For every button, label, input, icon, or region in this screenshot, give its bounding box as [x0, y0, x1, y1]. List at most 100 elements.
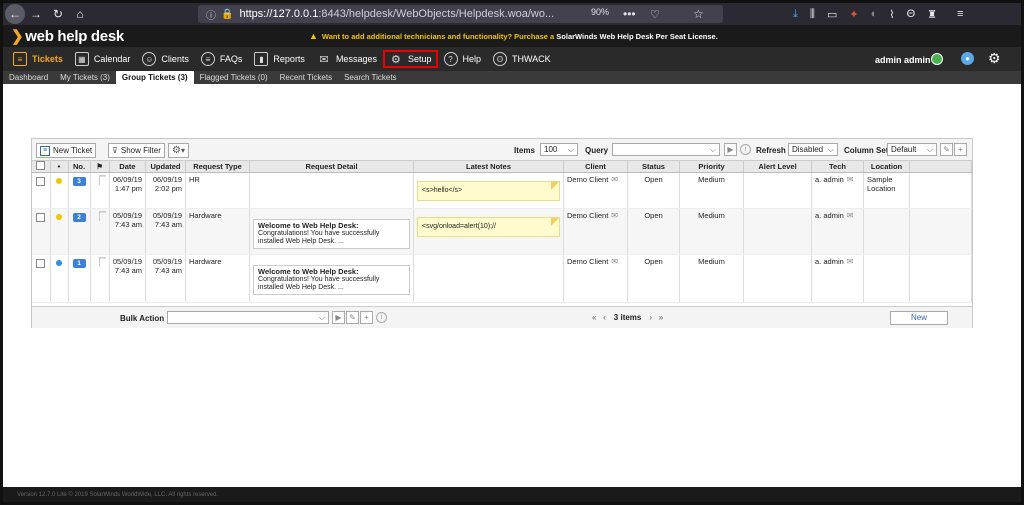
nav-setup[interactable]: ⚙ Setup	[382, 50, 438, 68]
row-checkbox[interactable]	[36, 259, 46, 268]
row-checkbox[interactable]	[36, 177, 46, 186]
extension-icon[interactable]: ✦	[849, 8, 858, 21]
header-status[interactable]: Status	[627, 161, 681, 173]
extension4-icon[interactable]: ♜	[927, 8, 937, 21]
email-icon[interactable]: ✉	[847, 211, 854, 220]
first-page-icon[interactable]: «	[592, 313, 596, 322]
header-request-type[interactable]: Request Type	[185, 161, 251, 173]
account-icon[interactable]: Θ	[907, 8, 916, 20]
settings-gear-icon[interactable]: ⚙	[988, 50, 1001, 67]
select-all-checkbox[interactable]	[36, 161, 46, 170]
extension2-icon[interactable]: ◐	[871, 8, 878, 20]
ticket-number-badge[interactable]: 3	[72, 177, 86, 186]
tab-flagged-tickets[interactable]: Flagged Tickets (0)	[194, 71, 274, 84]
tech-name[interactable]: a. admin	[815, 211, 844, 220]
nav-reports[interactable]: ▮ Reports	[248, 47, 311, 71]
header-no[interactable]: No.	[68, 161, 91, 173]
library-icon[interactable]: ⫼	[810, 8, 815, 21]
nav-faqs[interactable]: ≡ FAQs	[195, 47, 249, 71]
email-icon[interactable]: ✉	[611, 175, 618, 184]
table-row[interactable]: 3 ▕▔ 06/09/19 1:47 pm 06/09/19 2:02 pm HR …	[32, 172, 972, 209]
header-alert-level[interactable]: Alert Level	[743, 161, 813, 173]
add-plus-icon[interactable]: +	[360, 311, 373, 324]
header-updated[interactable]: Updated	[145, 161, 187, 173]
nav-thwack[interactable]: ʘ THWACK	[487, 47, 557, 71]
nav-help[interactable]: ? Help	[438, 47, 488, 71]
header-priority[interactable]: Priority	[679, 161, 745, 173]
prev-page-icon[interactable]: ‹	[603, 313, 606, 322]
new-button[interactable]: New	[890, 311, 948, 325]
items-per-page-select[interactable]: 100 ⌵	[540, 143, 578, 156]
header-dot[interactable]: •	[50, 161, 69, 173]
header-select-all[interactable]	[32, 161, 51, 173]
run-bulk-action-icon[interactable]: ▶	[332, 311, 345, 324]
refresh-select[interactable]: Disabled ⌵	[788, 143, 838, 156]
tech-name[interactable]: a. admin	[815, 257, 844, 266]
header-date[interactable]: Date	[109, 161, 147, 173]
nav-clients[interactable]: ☺ Clients	[136, 47, 195, 71]
column-set-select[interactable]: Default ⌵	[887, 143, 937, 156]
online-status-icon[interactable]	[931, 53, 943, 65]
add-plus-icon[interactable]: +	[954, 143, 967, 156]
bookmark-star-icon[interactable]: ☆	[693, 7, 704, 21]
lock-warning-icon[interactable]: 🔒	[221, 9, 233, 20]
ticket-number-badge[interactable]: 2	[72, 213, 86, 222]
download-icon[interactable]: ⤓	[793, 8, 798, 21]
actions-gear-button[interactable]: ⚙ ▾	[168, 143, 189, 158]
back-arrow-icon[interactable]: ←	[5, 4, 25, 24]
flag-icon[interactable]: ▕▔	[94, 212, 106, 221]
forward-arrow-icon[interactable]: →	[25, 3, 47, 25]
nav-calendar[interactable]: ▦ Calendar	[69, 47, 137, 71]
table-row[interactable]: 2 ▕▔ 05/09/19 7:43 am 05/09/19 7:43 am Har…	[32, 208, 972, 255]
row-checkbox[interactable]	[36, 213, 46, 222]
header-location[interactable]: Location	[863, 161, 911, 173]
tab-recent-tickets[interactable]: Recent Tickets	[274, 71, 338, 84]
info-icon[interactable]: i	[740, 144, 751, 155]
last-page-icon[interactable]: »	[659, 313, 663, 322]
bulk-action-select[interactable]: ⌵	[167, 311, 329, 324]
note-box[interactable]: <s>hello</s>	[417, 181, 561, 201]
header-flag[interactable]: ⚑	[90, 161, 110, 173]
table-row[interactable]: 1 ▕▔ 05/09/19 7:43 am 05/09/19 7:43 am Har…	[32, 254, 972, 303]
run-query-icon[interactable]: ▶	[724, 143, 737, 156]
sidebar-icon[interactable]: ▭	[827, 8, 837, 21]
email-icon[interactable]: ✉	[611, 257, 618, 266]
logo[interactable]: ❯ web help desk	[11, 27, 124, 45]
email-icon[interactable]: ✉	[611, 211, 618, 220]
header-latest-notes[interactable]: Latest Notes	[413, 161, 565, 173]
zoom-level[interactable]: 90%	[586, 7, 614, 21]
edit-pencil-icon[interactable]: ✎	[346, 311, 359, 324]
note-box[interactable]: <svg/onload=alert(10);//	[417, 217, 561, 237]
request-detail-box[interactable]: Welcome to Web Help Desk: Congratulations…	[253, 265, 411, 295]
email-icon[interactable]: ✉	[847, 175, 854, 184]
page-actions-icon[interactable]: •••	[623, 7, 636, 21]
nav-tickets[interactable]: ≡ Tickets	[7, 47, 69, 71]
new-ticket-button[interactable]: ≡ New Ticket	[36, 143, 97, 158]
flag-icon[interactable]: ▕▔	[94, 258, 106, 267]
menu-icon[interactable]: ≡	[957, 8, 963, 20]
flag-icon[interactable]: ▕▔	[94, 176, 106, 185]
pocket-icon[interactable]: ♡	[650, 8, 660, 21]
url-bar[interactable]: ⓘ 🔒 https://127.0.0.1:8443/helpdesk/WebO…	[198, 5, 723, 23]
client-name[interactable]: Demo Client	[567, 257, 608, 266]
header-request-detail[interactable]: Request Detail	[249, 161, 415, 173]
admin-user-label[interactable]: admin admin	[875, 55, 931, 65]
next-page-icon[interactable]: ›	[649, 313, 652, 322]
nav-messages[interactable]: ✉ Messages	[311, 47, 383, 71]
header-client[interactable]: Client	[563, 161, 629, 173]
promo-banner[interactable]: ▲ Want to add additional technicians and …	[309, 31, 718, 41]
client-name[interactable]: Demo Client	[567, 211, 608, 220]
info-icon[interactable]: ⓘ	[206, 7, 216, 22]
extension3-icon[interactable]: ⌇	[889, 8, 894, 21]
info-icon[interactable]: i	[376, 312, 387, 323]
tab-my-tickets[interactable]: My Tickets (3)	[54, 71, 116, 84]
tech-name[interactable]: a. admin	[815, 175, 844, 184]
ticket-number-badge[interactable]: 1	[72, 259, 86, 268]
request-detail-box[interactable]: Welcome to Web Help Desk: Congratulations…	[253, 219, 411, 249]
query-select[interactable]: ⌵	[612, 143, 720, 156]
user-profile-icon[interactable]: ●	[961, 52, 974, 65]
tab-search-tickets[interactable]: Search Tickets	[338, 71, 402, 84]
header-tech[interactable]: Tech	[811, 161, 865, 173]
tab-group-tickets[interactable]: Group Tickets (3)	[115, 71, 194, 84]
edit-pencil-icon[interactable]: ✎	[940, 143, 953, 156]
